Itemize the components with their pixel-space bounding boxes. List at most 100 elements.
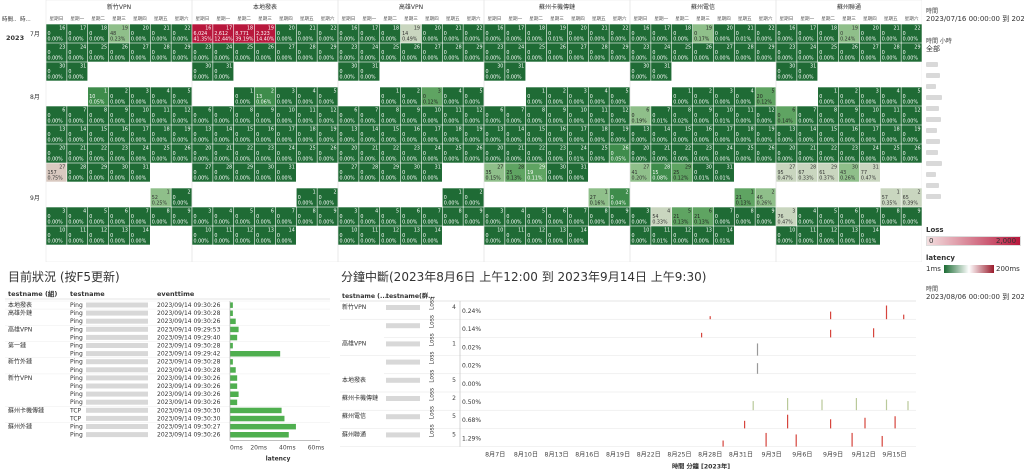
- cell-count: 0: [381, 31, 384, 37]
- cell-count: 0: [319, 113, 322, 119]
- loss-spike[interactable]: [756, 343, 759, 356]
- loss-spike[interactable]: [885, 399, 888, 411]
- latency-bar[interactable]: [230, 391, 239, 398]
- cell-day: 10: [581, 108, 587, 114]
- latency-bar[interactable]: [230, 334, 238, 341]
- latency-bar[interactable]: [230, 302, 233, 308]
- cell-percent: 0.37%: [819, 176, 835, 182]
- loss-spike[interactable]: [787, 414, 789, 429]
- cell-percent: 0.26%: [757, 201, 773, 207]
- latency-bar[interactable]: [230, 375, 238, 381]
- cell-day: 16: [414, 127, 420, 133]
- hour-filter-value[interactable]: 全部: [926, 44, 940, 54]
- cell-day: 5: [834, 209, 837, 215]
- cell-percent: 0.13%: [506, 176, 522, 182]
- latency-bar[interactable]: [230, 326, 239, 333]
- weekday-header: 星期五: [154, 16, 168, 22]
- cell-day: 31: [372, 64, 378, 70]
- cell-day: 31: [810, 64, 816, 70]
- cell-percent: 0.00%: [298, 100, 314, 106]
- latency-bar[interactable]: [230, 407, 282, 414]
- loss-spike[interactable]: [830, 329, 832, 338]
- cell-percent: 0.06%: [256, 100, 272, 106]
- time2-filter-value[interactable]: 2023/08/06 00:00:00 到 202...: [926, 292, 1024, 302]
- cell-day: 25: [685, 45, 691, 51]
- cell-count: 0: [277, 151, 280, 157]
- loss-spike[interactable]: [881, 435, 883, 447]
- loss-spike[interactable]: [795, 434, 797, 447]
- loss-spike[interactable]: [885, 305, 888, 320]
- cell-day: 21: [518, 146, 524, 152]
- weekday-header: 星期二: [383, 16, 397, 22]
- cell-day: 19: [622, 127, 628, 133]
- loss-spike[interactable]: [873, 328, 875, 338]
- cell-day: 29: [101, 165, 107, 171]
- breakdown-col-group[interactable]: testname (...: [342, 293, 387, 300]
- cell-day: 26: [560, 45, 566, 51]
- loss-spike[interactable]: [701, 332, 703, 338]
- time-filter-value[interactable]: 2023/07/16 00:00:00 到 202...: [926, 14, 1024, 24]
- cell-count: 95: [778, 170, 784, 176]
- latency-bar[interactable]: [230, 318, 236, 325]
- latency-bar[interactable]: [230, 359, 233, 365]
- cell-day: 26: [268, 45, 274, 51]
- loss-spike[interactable]: [907, 401, 909, 411]
- cell-percent: 0.00%: [736, 157, 752, 163]
- cell-day: 27: [873, 45, 879, 51]
- cell-percent: 0.00%: [277, 138, 293, 144]
- loss-spike[interactable]: [851, 432, 853, 447]
- breakdown-x-tick: 9月6日: [792, 452, 812, 459]
- cell-day: 10: [873, 108, 879, 114]
- cell-day: 2: [187, 190, 190, 196]
- loss-spike[interactable]: [855, 398, 857, 411]
- loss-spike[interactable]: [709, 316, 711, 320]
- loss-spike[interactable]: [903, 314, 905, 320]
- status-col-time[interactable]: eventtime: [157, 290, 195, 298]
- cell-day: 6: [208, 108, 211, 114]
- cell-count: 0: [131, 113, 134, 119]
- latency-bar[interactable]: [230, 432, 289, 438]
- loss-spike[interactable]: [821, 399, 823, 411]
- cell-day: 16: [268, 127, 274, 133]
- loss-spike[interactable]: [894, 416, 896, 429]
- latency-bar[interactable]: [230, 310, 233, 317]
- cell-count: 0: [402, 170, 405, 176]
- cell-count: 0: [173, 113, 176, 119]
- cell-count: 0: [423, 94, 426, 100]
- status-col-group[interactable]: testname (組): [8, 289, 57, 298]
- loss-spike[interactable]: [765, 432, 767, 447]
- cell-percent: 0.12%: [423, 100, 439, 106]
- cell-count: 0: [68, 50, 71, 56]
- cell-percent: 0.00%: [340, 220, 356, 226]
- cell-count: 0: [506, 69, 509, 75]
- loss-spike[interactable]: [830, 311, 832, 320]
- cell-percent: 0.00%: [277, 56, 293, 62]
- latency-bar[interactable]: [230, 383, 238, 389]
- cell-count: 0: [131, 50, 134, 56]
- loss-spike[interactable]: [722, 440, 724, 447]
- cell-count: 0: [89, 50, 92, 56]
- latency-bar[interactable]: [230, 415, 285, 422]
- status-proto: Ping: [70, 310, 83, 317]
- loss-spike[interactable]: [864, 417, 866, 429]
- cell-count: 0: [444, 151, 447, 157]
- loss-spike[interactable]: [756, 363, 759, 374]
- latency-bar[interactable]: [230, 423, 296, 430]
- cell-percent: 0.00%: [590, 220, 606, 226]
- latency-bar[interactable]: [230, 342, 233, 349]
- cell-count: 0: [444, 214, 447, 220]
- latency-bar[interactable]: [230, 399, 238, 406]
- loss-spike[interactable]: [744, 420, 746, 429]
- cell-day: 18: [101, 26, 107, 32]
- status-group-label: 蘇州卡機傳鏈: [8, 406, 44, 414]
- breakdown-x-tick: 8月25日: [667, 452, 691, 459]
- status-col-name[interactable]: testname: [70, 290, 105, 298]
- breakdown-x-tick: 9月12日: [852, 452, 876, 459]
- latency-bar[interactable]: [230, 351, 281, 357]
- loss-spike[interactable]: [752, 401, 754, 411]
- cell-percent: 0.00%: [715, 37, 731, 43]
- latency-bar[interactable]: [230, 367, 236, 373]
- cell-count: 0: [110, 132, 113, 138]
- loss-spike[interactable]: [830, 419, 832, 429]
- loss-spike[interactable]: [787, 398, 789, 411]
